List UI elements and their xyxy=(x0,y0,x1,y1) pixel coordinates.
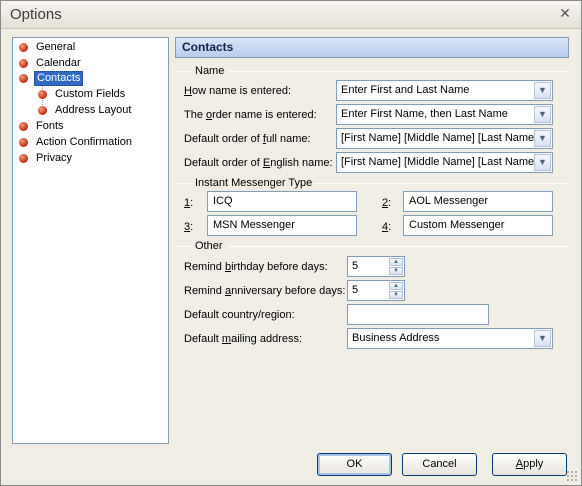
chevron-down-icon[interactable]: ▼ xyxy=(534,82,551,99)
chevron-down-icon[interactable]: ▼ xyxy=(534,130,551,147)
default-mailing-select[interactable]: Business Address ▼ xyxy=(347,328,553,349)
default-mailing-label: Default mailing address: xyxy=(184,333,303,345)
english-name-order-label: Default order of English name: xyxy=(184,157,333,169)
select-value: Enter First and Last Name xyxy=(341,84,470,96)
im-2-input[interactable]: AOL Messenger xyxy=(403,191,553,212)
select-value: Enter First Name, then Last Name xyxy=(341,108,508,120)
title-bar: Options ✕ xyxy=(1,1,581,29)
resize-grip-icon[interactable] xyxy=(566,470,578,482)
group-divider xyxy=(229,71,569,72)
spin-up-icon[interactable]: ▲ xyxy=(389,258,403,266)
anniversary-reminder-label: Remind anniversary before days: xyxy=(184,285,346,297)
red-ball-icon xyxy=(19,154,28,163)
im-4-label: 4: xyxy=(382,221,392,233)
tree-item-label: General xyxy=(36,41,76,53)
window-title: Options xyxy=(10,6,62,23)
order-name-entered-select[interactable]: Enter First Name, then Last Name ▼ xyxy=(336,104,553,125)
group-divider xyxy=(177,71,191,72)
english-name-order-select[interactable]: [First Name] [Middle Name] [Last Name] ▼ xyxy=(336,152,553,173)
red-ball-icon xyxy=(38,106,47,115)
stepper-value: 5 xyxy=(352,260,359,272)
full-name-order-select[interactable]: [First Name] [Middle Name] [Last Name] ▼ xyxy=(336,128,553,149)
close-icon[interactable]: ✕ xyxy=(557,6,573,22)
spin-down-icon[interactable]: ▼ xyxy=(389,291,403,299)
options-dialog: Options ✕ General Calendar Contacts Cust… xyxy=(0,0,582,486)
group-divider xyxy=(314,183,569,184)
birthday-reminder-label: Remind birthday before days: xyxy=(184,261,328,273)
how-name-entered-select[interactable]: Enter First and Last Name ▼ xyxy=(336,80,553,101)
chevron-down-icon[interactable]: ▼ xyxy=(534,106,551,123)
select-value: [First Name] [Middle Name] [Last Name] xyxy=(341,156,538,168)
tree-item-label: Custom Fields xyxy=(55,88,126,100)
group-divider xyxy=(177,183,191,184)
red-ball-icon xyxy=(38,90,47,99)
default-country-input[interactable] xyxy=(347,304,489,325)
group-divider xyxy=(177,246,191,247)
order-name-entered-label: The order name is entered: xyxy=(184,109,317,121)
cancel-button[interactable]: Cancel xyxy=(402,453,477,476)
im-3-label: 3: xyxy=(184,221,194,233)
stepper-arrows: ▲ ▼ xyxy=(389,258,403,275)
spin-down-icon[interactable]: ▼ xyxy=(389,267,403,275)
ok-button[interactable]: OK xyxy=(317,453,392,476)
anniversary-days-stepper[interactable]: 5 ▲ ▼ xyxy=(347,280,405,301)
im-3-input[interactable]: MSN Messenger xyxy=(207,215,357,236)
select-value: [First Name] [Middle Name] [Last Name] xyxy=(341,132,538,144)
stepper-arrows: ▲ ▼ xyxy=(389,282,403,299)
how-name-entered-label: How name is entered: xyxy=(184,85,292,97)
section-header: Contacts xyxy=(175,37,569,58)
chevron-down-icon[interactable]: ▼ xyxy=(534,154,551,171)
other-group-label: Other xyxy=(195,240,223,252)
spin-up-icon[interactable]: ▲ xyxy=(389,282,403,290)
tree-item-label: Address Layout xyxy=(55,104,132,116)
name-group-label: Name xyxy=(195,65,225,77)
red-ball-icon xyxy=(19,43,28,52)
stepper-value: 5 xyxy=(352,284,359,296)
options-category-tree: General Calendar Contacts Custom Fields … xyxy=(12,37,169,444)
red-ball-icon xyxy=(19,138,28,147)
im-4-input[interactable]: Custom Messenger xyxy=(403,215,553,236)
chevron-down-icon[interactable]: ▼ xyxy=(534,330,551,347)
birthday-days-stepper[interactable]: 5 ▲ ▼ xyxy=(347,256,405,277)
select-value: Business Address xyxy=(352,332,440,344)
apply-button[interactable]: Apply xyxy=(492,453,567,476)
tree-item-label: Calendar xyxy=(36,57,81,69)
im-1-input[interactable]: ICQ xyxy=(207,191,357,212)
im-1-label: 1: xyxy=(184,197,194,209)
tree-item-label: Privacy xyxy=(36,152,73,164)
group-divider xyxy=(228,246,569,247)
tree-item-label: Action Confirmation xyxy=(36,136,132,148)
red-ball-icon xyxy=(19,122,28,131)
full-name-order-label: Default order of full name: xyxy=(184,133,311,145)
tree-item-label: Contacts xyxy=(34,71,84,86)
red-ball-icon xyxy=(19,59,28,68)
default-country-label: Default country/region: xyxy=(184,309,295,321)
im-2-label: 2: xyxy=(382,197,392,209)
im-group-label: Instant Messenger Type xyxy=(195,177,313,189)
red-ball-icon xyxy=(19,74,28,83)
tree-item-label: Fonts xyxy=(36,120,64,132)
